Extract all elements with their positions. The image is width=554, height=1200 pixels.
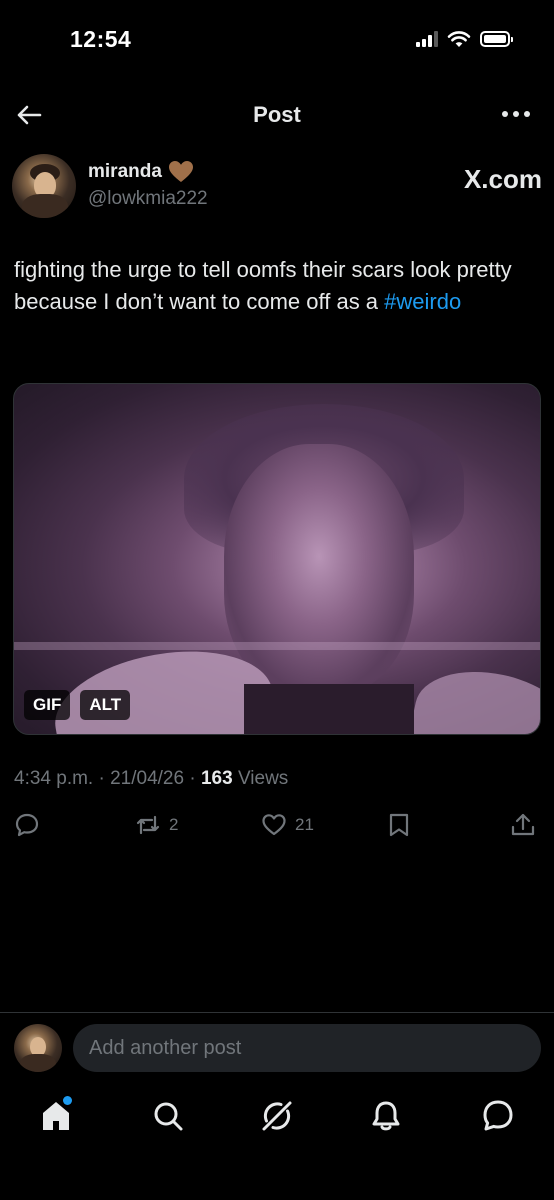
composer-avatar	[14, 1024, 62, 1072]
composer-placeholder: Add another post	[89, 1036, 242, 1059]
status-time: 12:54	[70, 26, 132, 52]
alt-text-badge[interactable]: ALT	[80, 690, 131, 720]
source-watermark: X.com	[463, 164, 542, 194]
tab-grok[interactable]	[259, 1098, 295, 1134]
wifi-icon	[447, 31, 471, 47]
meta-separator: ·	[184, 768, 201, 789]
brown-heart-icon	[168, 161, 193, 182]
post-media-gif[interactable]: GIF ALT	[13, 383, 541, 735]
more-dots-icon[interactable]	[502, 102, 530, 126]
author-display-name: miranda	[88, 161, 162, 182]
grok-icon	[262, 1101, 292, 1131]
nav-header: Post	[0, 90, 554, 140]
post-time: 4:34 p.m.	[14, 768, 94, 789]
like-icon	[262, 814, 286, 836]
repost-icon	[136, 815, 160, 835]
meta-separator: ·	[93, 768, 111, 789]
repost-button[interactable]: 2	[135, 812, 178, 838]
status-icons	[416, 30, 513, 48]
cellular-signal-icon	[416, 31, 438, 47]
tab-messages[interactable]	[480, 1098, 516, 1134]
author-display-name-row[interactable]: miranda	[88, 160, 194, 184]
gif-badge: GIF	[24, 690, 71, 720]
search-icon	[154, 1102, 183, 1131]
tab-search[interactable]	[150, 1098, 186, 1134]
notification-dot	[63, 1096, 72, 1105]
status-bar: 12:54	[0, 0, 554, 80]
post-meta: 4:34 p.m. · 21/04/26 · 163 Views	[14, 768, 288, 790]
hashtag-link[interactable]: #weirdo	[384, 289, 461, 314]
bookmark-icon	[389, 813, 409, 837]
share-button[interactable]	[510, 812, 536, 838]
repost-count: 2	[169, 815, 179, 834]
reply-icon	[15, 813, 39, 837]
reply-button[interactable]	[14, 812, 40, 838]
messages-icon	[483, 1100, 513, 1131]
bottom-tab-bar	[0, 1090, 554, 1150]
media-badges: GIF ALT	[24, 690, 131, 720]
avatar[interactable]	[12, 154, 76, 218]
post-date: 21/04/26	[110, 768, 185, 789]
battery-icon	[480, 31, 513, 47]
divider	[0, 1012, 554, 1013]
notifications-icon	[372, 1101, 400, 1131]
post-author: miranda @lowkmia222 X.com	[12, 154, 542, 218]
like-button[interactable]: 21	[261, 812, 314, 838]
post-text: fighting the urge to tell oomfs their sc…	[14, 254, 524, 318]
author-handle[interactable]: @lowkmia222	[88, 188, 208, 210]
like-count: 21	[295, 815, 314, 834]
tab-notifications[interactable]	[368, 1098, 404, 1134]
share-icon	[511, 813, 535, 836]
views-label: Views	[237, 768, 289, 789]
bookmark-button[interactable]	[386, 812, 412, 838]
views-count[interactable]: 163	[201, 768, 233, 789]
post-actions: 2 21	[0, 812, 554, 848]
page-title: Post	[253, 102, 301, 127]
tab-home[interactable]	[38, 1096, 74, 1134]
reply-composer-input[interactable]: Add another post	[73, 1024, 541, 1072]
